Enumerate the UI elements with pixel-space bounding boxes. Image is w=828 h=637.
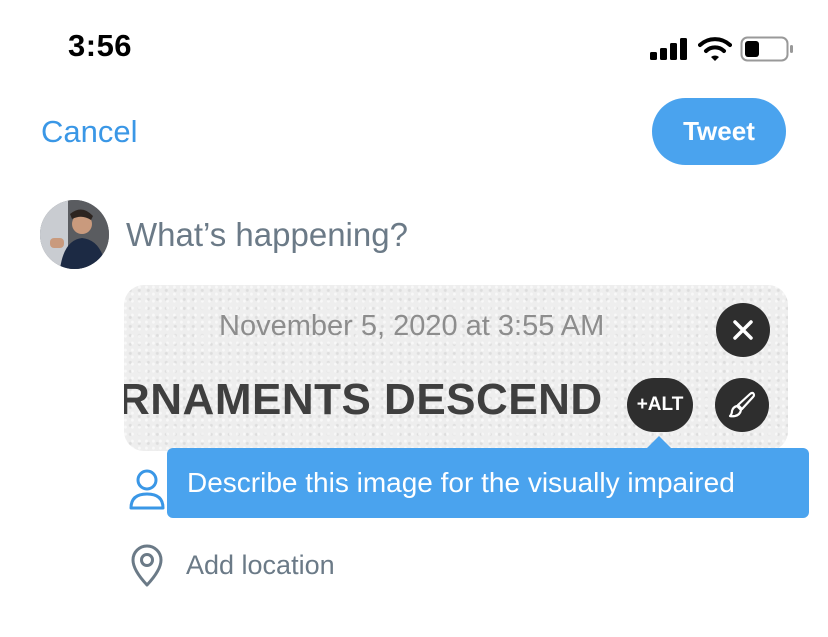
alt-text-tooltip[interactable]: Describe this image for the visually imp… xyxy=(167,448,809,518)
remove-image-button[interactable] xyxy=(716,303,770,357)
add-location-label: Add location xyxy=(186,549,335,580)
cancel-button[interactable]: Cancel xyxy=(41,114,138,150)
edit-image-button[interactable] xyxy=(715,378,769,432)
status-icons xyxy=(650,36,794,62)
add-location-button[interactable]: Add location xyxy=(128,540,335,590)
avatar-image xyxy=(40,200,109,269)
avatar[interactable] xyxy=(40,200,109,269)
compose-text-input[interactable]: What’s happening? xyxy=(126,216,408,254)
cellular-signal-icon xyxy=(650,38,687,60)
brush-icon xyxy=(728,391,756,418)
attached-image[interactable]: November 5, 2020 at 3:55 AM RNAMENTS DES… xyxy=(124,285,788,451)
location-pin-icon xyxy=(131,544,163,587)
image-date-text: November 5, 2020 at 3:55 AM xyxy=(219,310,605,342)
image-headline-text: RNAMENTS DESCEND xyxy=(124,375,603,424)
wifi-icon xyxy=(698,37,732,61)
person-icon[interactable] xyxy=(128,468,166,510)
add-alt-text-button[interactable]: +ALT xyxy=(627,378,693,432)
close-icon xyxy=(733,320,753,340)
battery-icon xyxy=(740,36,793,62)
compose-tweet-screen: 3:56 Cancel Tweet What’s happening? Nove… xyxy=(0,0,828,637)
tweet-button[interactable]: Tweet xyxy=(652,98,786,165)
status-time: 3:56 xyxy=(68,28,133,63)
